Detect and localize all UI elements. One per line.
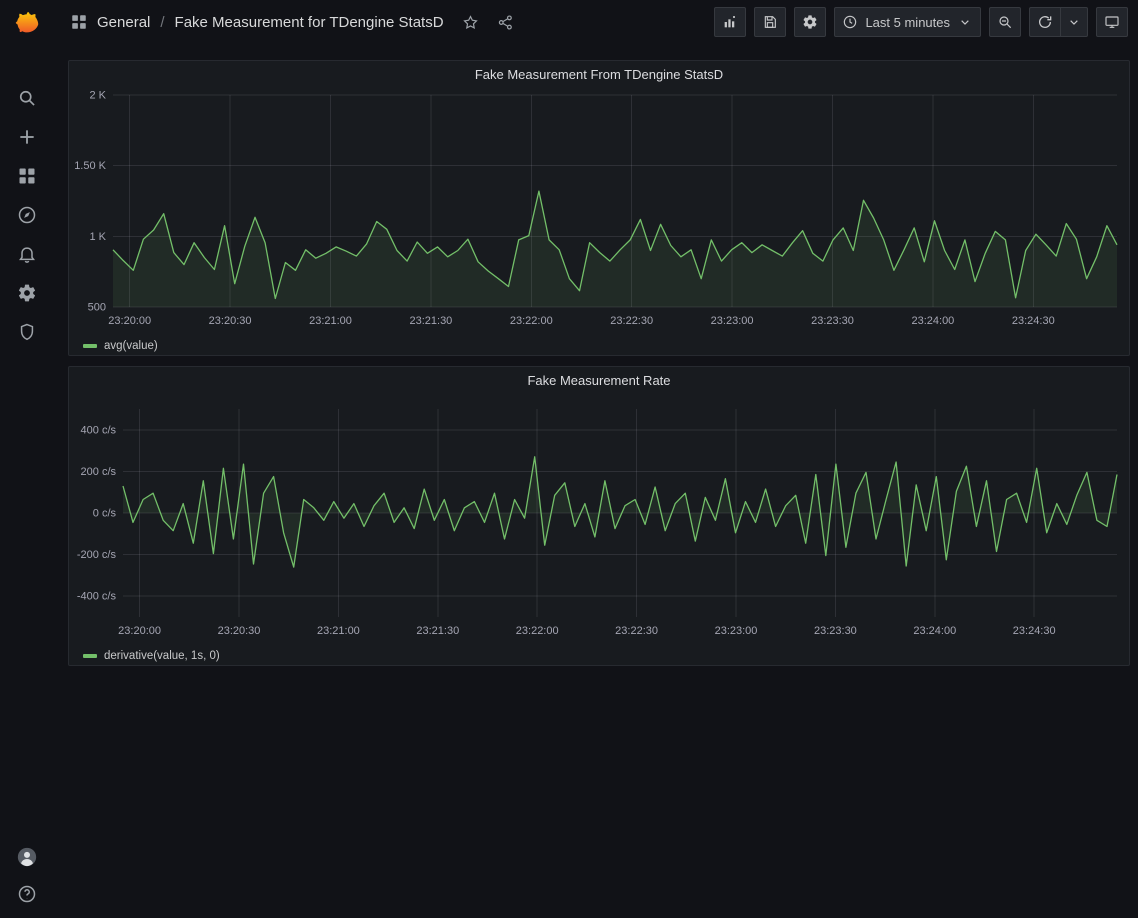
legend-series-label[interactable]: derivative(value, 1s, 0) [104, 650, 220, 662]
svg-text:23:24:30: 23:24:30 [1012, 315, 1055, 327]
svg-text:23:20:00: 23:20:00 [118, 625, 161, 637]
dashboard-header: General / Fake Measurement for TDengine … [54, 0, 1138, 44]
sidebar-item-configuration[interactable] [8, 281, 46, 305]
svg-text:23:20:30: 23:20:30 [218, 625, 261, 637]
panel-title[interactable]: Fake Measurement Rate [69, 367, 1129, 393]
svg-text:23:23:30: 23:23:30 [811, 315, 854, 327]
svg-text:23:22:30: 23:22:30 [615, 625, 658, 637]
dashboards-grid-icon[interactable] [70, 13, 88, 31]
kiosk-mode-button[interactable] [1096, 7, 1128, 37]
star-icon [462, 14, 479, 31]
legend-series-swatch [83, 344, 97, 348]
user-avatar[interactable] [8, 845, 46, 869]
timeseries-plot-fake-measurement[interactable]: 500 1 K 1.50 K 2 K 23:20:00 23:20:30 23:21:00 2… [69, 87, 1129, 336]
plus-icon [17, 127, 37, 147]
svg-text:23:20:30: 23:20:30 [209, 315, 252, 327]
timeseries-plot-fake-measurement-rate[interactable]: -400 c/s -200 c/s 0 c/s 200 c/s 400 c/s 23:20… [69, 393, 1129, 646]
time-range-picker[interactable]: Last 5 minutes [834, 7, 981, 37]
add-panel-icon [722, 14, 738, 30]
monitor-icon [1104, 14, 1120, 30]
explore-compass-icon [17, 205, 37, 225]
svg-text:200 c/s: 200 c/s [81, 466, 117, 478]
svg-text:23:24:00: 23:24:00 [913, 625, 956, 637]
grafana-logo[interactable] [10, 8, 44, 42]
svg-text:-400 c/s: -400 c/s [77, 591, 117, 603]
svg-text:23:21:00: 23:21:00 [309, 315, 352, 327]
svg-text:23:24:00: 23:24:00 [911, 315, 954, 327]
content-area: General / Fake Measurement for TDengine … [54, 0, 1138, 918]
share-button[interactable] [497, 14, 514, 31]
sidebar-item-server-admin[interactable] [8, 320, 46, 344]
dashboard-grid: Fake Measurement From TDengine StatsD 50… [54, 44, 1138, 918]
refresh-icon [1037, 14, 1053, 30]
svg-text:-200 c/s: -200 c/s [77, 549, 117, 561]
svg-text:23:21:00: 23:21:00 [317, 625, 360, 637]
avatar-icon [17, 847, 37, 867]
svg-text:23:20:00: 23:20:00 [108, 315, 151, 327]
add-panel-button[interactable] [714, 7, 746, 37]
sidebar [0, 0, 54, 918]
svg-text:2 K: 2 K [89, 90, 106, 102]
alerting-bell-icon [17, 244, 37, 264]
svg-text:23:22:30: 23:22:30 [610, 315, 653, 327]
svg-text:1 K: 1 K [89, 231, 106, 243]
svg-text:23:21:30: 23:21:30 [409, 315, 452, 327]
svg-text:23:24:30: 23:24:30 [1013, 625, 1056, 637]
legend-series-swatch [83, 654, 97, 658]
sidebar-item-dashboards[interactable] [8, 164, 46, 188]
breadcrumb-folder[interactable]: General [97, 14, 150, 31]
save-dashboard-button[interactable] [754, 7, 786, 37]
svg-text:23:21:30: 23:21:30 [416, 625, 459, 637]
chevron-down-icon [957, 14, 973, 30]
refresh-split-button [1029, 7, 1088, 37]
help-button[interactable] [8, 882, 46, 906]
dashboard-toolbar: Last 5 minutes [714, 7, 1128, 37]
sidebar-item-create[interactable] [8, 125, 46, 149]
svg-text:23:23:30: 23:23:30 [814, 625, 857, 637]
legend-series-label[interactable]: avg(value) [104, 340, 158, 352]
help-circle-icon [17, 884, 37, 904]
breadcrumb-dashboard-title[interactable]: Fake Measurement for TDengine StatsD [175, 14, 444, 31]
svg-text:23:22:00: 23:22:00 [510, 315, 553, 327]
configuration-gear-icon [17, 283, 37, 303]
zoom-out-time-button[interactable] [989, 7, 1021, 37]
panel-legend: avg(value) [69, 336, 1129, 360]
svg-text:23:23:00: 23:23:00 [711, 315, 754, 327]
sidebar-nav [8, 86, 46, 344]
breadcrumb-separator: / [159, 14, 165, 31]
chevron-down-icon [1066, 14, 1082, 30]
panel-title[interactable]: Fake Measurement From TDengine StatsD [69, 61, 1129, 87]
panel-legend: derivative(value, 1s, 0) [69, 646, 1129, 670]
save-icon [762, 14, 778, 30]
svg-text:400 c/s: 400 c/s [81, 424, 117, 436]
panel-fake-measurement: Fake Measurement From TDengine StatsD 50… [68, 60, 1130, 356]
search-icon [17, 88, 37, 108]
sidebar-item-explore[interactable] [8, 203, 46, 227]
dashboard-settings-button[interactable] [794, 7, 826, 37]
refresh-button[interactable] [1029, 7, 1061, 37]
zoom-out-icon [997, 14, 1013, 30]
clock-icon [842, 14, 858, 30]
share-icon [497, 14, 514, 31]
svg-text:500: 500 [88, 302, 106, 314]
svg-text:23:23:00: 23:23:00 [715, 625, 758, 637]
dashboards-grid-icon [17, 166, 37, 186]
svg-text:23:22:00: 23:22:00 [516, 625, 559, 637]
refresh-interval-dropdown[interactable] [1061, 7, 1088, 37]
breadcrumb: General / Fake Measurement for TDengine … [70, 13, 444, 31]
grafana-app: General / Fake Measurement for TDengine … [0, 0, 1138, 918]
time-range-label: Last 5 minutes [865, 15, 950, 30]
panel-fake-measurement-rate: Fake Measurement Rate -400 c/s -200 c/s 0 … [68, 366, 1130, 666]
grafana-logo-icon [12, 10, 42, 40]
sidebar-bottom [8, 845, 46, 906]
sidebar-item-alerting[interactable] [8, 242, 46, 266]
svg-text:0 c/s: 0 c/s [93, 508, 117, 520]
star-button[interactable] [462, 14, 479, 31]
svg-text:1.50 K: 1.50 K [74, 160, 106, 172]
sidebar-item-search[interactable] [8, 86, 46, 110]
gear-icon [802, 14, 818, 30]
shield-icon [17, 322, 37, 342]
